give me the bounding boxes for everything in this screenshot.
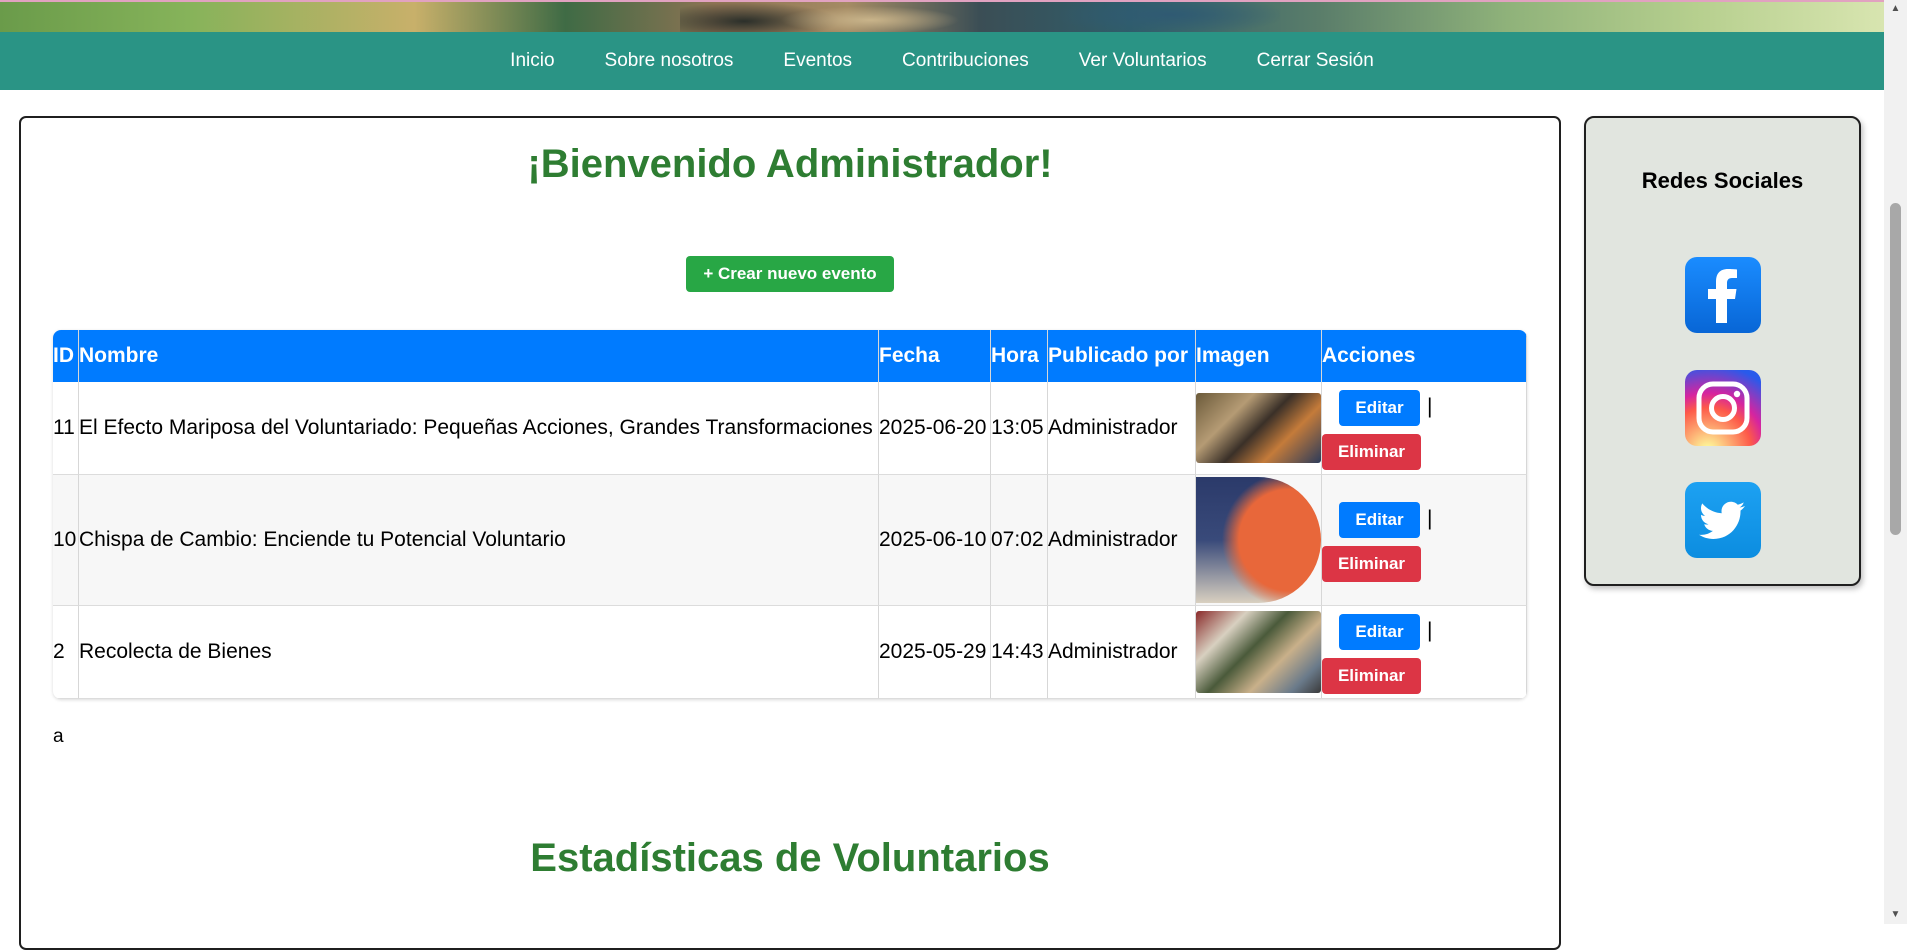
nav-ver-voluntarios[interactable]: Ver Voluntarios bbox=[1079, 50, 1207, 72]
social-panel: Redes Sociales bbox=[1584, 116, 1861, 586]
cell-nombre: El Efecto Mariposa del Voluntariado: Peq… bbox=[79, 382, 879, 475]
action-separator: | bbox=[1427, 619, 1433, 642]
create-event-button[interactable]: + Crear nuevo evento bbox=[686, 256, 894, 292]
cell-fecha: 2025-05-29 bbox=[879, 606, 991, 699]
nav-contribuciones[interactable]: Contribuciones bbox=[902, 50, 1029, 72]
cell-imagen bbox=[1196, 475, 1322, 606]
cell-id: 11 bbox=[53, 382, 79, 475]
cell-fecha: 2025-06-20 bbox=[879, 382, 991, 475]
table-row: 10 Chispa de Cambio: Enciende tu Potenci… bbox=[53, 475, 1527, 606]
action-separator: | bbox=[1427, 507, 1433, 530]
cell-nombre: Chispa de Cambio: Enciende tu Potencial … bbox=[79, 475, 879, 606]
twitter-icon[interactable] bbox=[1685, 482, 1761, 558]
table-row: 2 Recolecta de Bienes 2025-05-29 14:43 A… bbox=[53, 606, 1527, 699]
event-thumbnail bbox=[1196, 393, 1321, 463]
delete-button[interactable]: Eliminar bbox=[1322, 434, 1421, 470]
cell-fecha: 2025-06-10 bbox=[879, 475, 991, 606]
header-acciones: Acciones bbox=[1322, 330, 1527, 382]
hero-banner-image bbox=[0, 0, 1884, 34]
header-fecha: Fecha bbox=[879, 330, 991, 382]
header-nombre: Nombre bbox=[79, 330, 879, 382]
scroll-up-arrow-icon[interactable]: ▲ bbox=[1884, 0, 1907, 18]
cell-acciones: Editar | Eliminar bbox=[1322, 606, 1527, 699]
header-imagen: Imagen bbox=[1196, 330, 1322, 382]
nav-sobre-nosotros[interactable]: Sobre nosotros bbox=[605, 50, 734, 72]
header-publicado-por: Publicado por bbox=[1048, 330, 1196, 382]
cell-imagen bbox=[1196, 606, 1322, 699]
cell-id: 10 bbox=[53, 475, 79, 606]
page-scrollbar[interactable]: ▲ ▼ bbox=[1884, 0, 1907, 924]
cell-acciones: Editar | Eliminar bbox=[1322, 475, 1527, 606]
edit-button[interactable]: Editar bbox=[1339, 390, 1420, 426]
edit-button[interactable]: Editar bbox=[1339, 502, 1420, 538]
cell-hora: 07:02 bbox=[991, 475, 1048, 606]
header-id: ID bbox=[53, 330, 79, 382]
cell-hora: 14:43 bbox=[991, 606, 1048, 699]
instagram-icon[interactable] bbox=[1685, 370, 1761, 446]
events-table: ID Nombre Fecha Hora Publicado por Image… bbox=[53, 330, 1527, 699]
admin-main-panel: ¡Bienvenido Administrador! + Crear nuevo… bbox=[19, 116, 1561, 950]
facebook-icon[interactable] bbox=[1685, 257, 1761, 333]
cell-publicado: Administrador bbox=[1048, 475, 1196, 606]
cell-nombre: Recolecta de Bienes bbox=[79, 606, 879, 699]
stray-text: a bbox=[53, 726, 64, 747]
welcome-heading: ¡Bienvenido Administrador! bbox=[527, 142, 1053, 186]
event-thumbnail bbox=[1196, 611, 1321, 693]
main-nav: Inicio Sobre nosotros Eventos Contribuci… bbox=[0, 32, 1884, 90]
edit-button[interactable]: Editar bbox=[1339, 614, 1420, 650]
scrollbar-thumb[interactable] bbox=[1890, 203, 1901, 535]
cell-imagen bbox=[1196, 382, 1322, 475]
nav-inicio[interactable]: Inicio bbox=[510, 50, 554, 72]
nav-cerrar-sesion[interactable]: Cerrar Sesión bbox=[1257, 50, 1374, 72]
header-hora: Hora bbox=[991, 330, 1048, 382]
cell-acciones: Editar | Eliminar bbox=[1322, 382, 1527, 475]
scroll-down-arrow-icon[interactable]: ▼ bbox=[1884, 906, 1907, 924]
event-thumbnail bbox=[1196, 477, 1321, 603]
action-separator: | bbox=[1427, 395, 1433, 418]
cell-publicado: Administrador bbox=[1048, 606, 1196, 699]
cell-hora: 13:05 bbox=[991, 382, 1048, 475]
social-title: Redes Sociales bbox=[1641, 168, 1804, 193]
table-row: 11 El Efecto Mariposa del Voluntariado: … bbox=[53, 382, 1527, 475]
delete-button[interactable]: Eliminar bbox=[1322, 658, 1421, 694]
cell-id: 2 bbox=[53, 606, 79, 699]
nav-eventos[interactable]: Eventos bbox=[783, 50, 852, 72]
cell-publicado: Administrador bbox=[1048, 382, 1196, 475]
statistics-heading: Estadísticas de Voluntarios bbox=[530, 836, 1050, 880]
table-header-row: ID Nombre Fecha Hora Publicado por Image… bbox=[53, 330, 1527, 382]
delete-button[interactable]: Eliminar bbox=[1322, 546, 1421, 582]
